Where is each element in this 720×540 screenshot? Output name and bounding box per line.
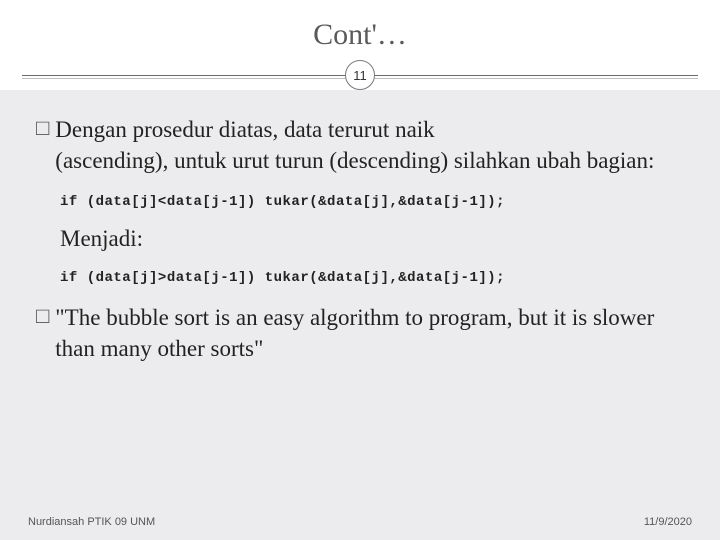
code-line-1: if (data[j]<data[j-1]) tukar(&data[j],&d… (60, 194, 684, 210)
footer-author: Nurdiansah PTIK 09 UNM (28, 516, 155, 528)
footer-date: 11/9/2020 (644, 516, 692, 528)
content-area: □ Dengan prosedur diatas, data terurut n… (0, 90, 720, 540)
bullet-item-2: □ "The bubble sort is an easy algorithm … (36, 302, 684, 364)
bullet-square-icon: □ (36, 114, 49, 142)
slide-header: Cont'… (0, 0, 720, 60)
slide: Cont'… 11 □ Dengan prosedur diatas, data… (0, 0, 720, 540)
bullet1-line2: (ascending), untuk urut turun (descendin… (55, 145, 654, 176)
slide-footer: Nurdiansah PTIK 09 UNM 11/9/2020 (28, 516, 692, 528)
slide-title: Cont'… (0, 18, 720, 52)
menjadi-label: Menjadi: (60, 226, 684, 252)
bullet-item-1: □ Dengan prosedur diatas, data terurut n… (36, 114, 684, 176)
slide-number-badge: 11 (345, 60, 375, 90)
bullet-square-icon: □ (36, 302, 49, 330)
quote-text: "The bubble sort is an easy algorithm to… (55, 302, 684, 364)
bullet1-line1: Dengan prosedur diatas, data terurut nai… (55, 114, 654, 145)
title-divider: 11 (0, 60, 720, 90)
bullet-text-block: Dengan prosedur diatas, data terurut nai… (55, 114, 654, 176)
code-line-2: if (data[j]>data[j-1]) tukar(&data[j],&d… (60, 270, 684, 286)
